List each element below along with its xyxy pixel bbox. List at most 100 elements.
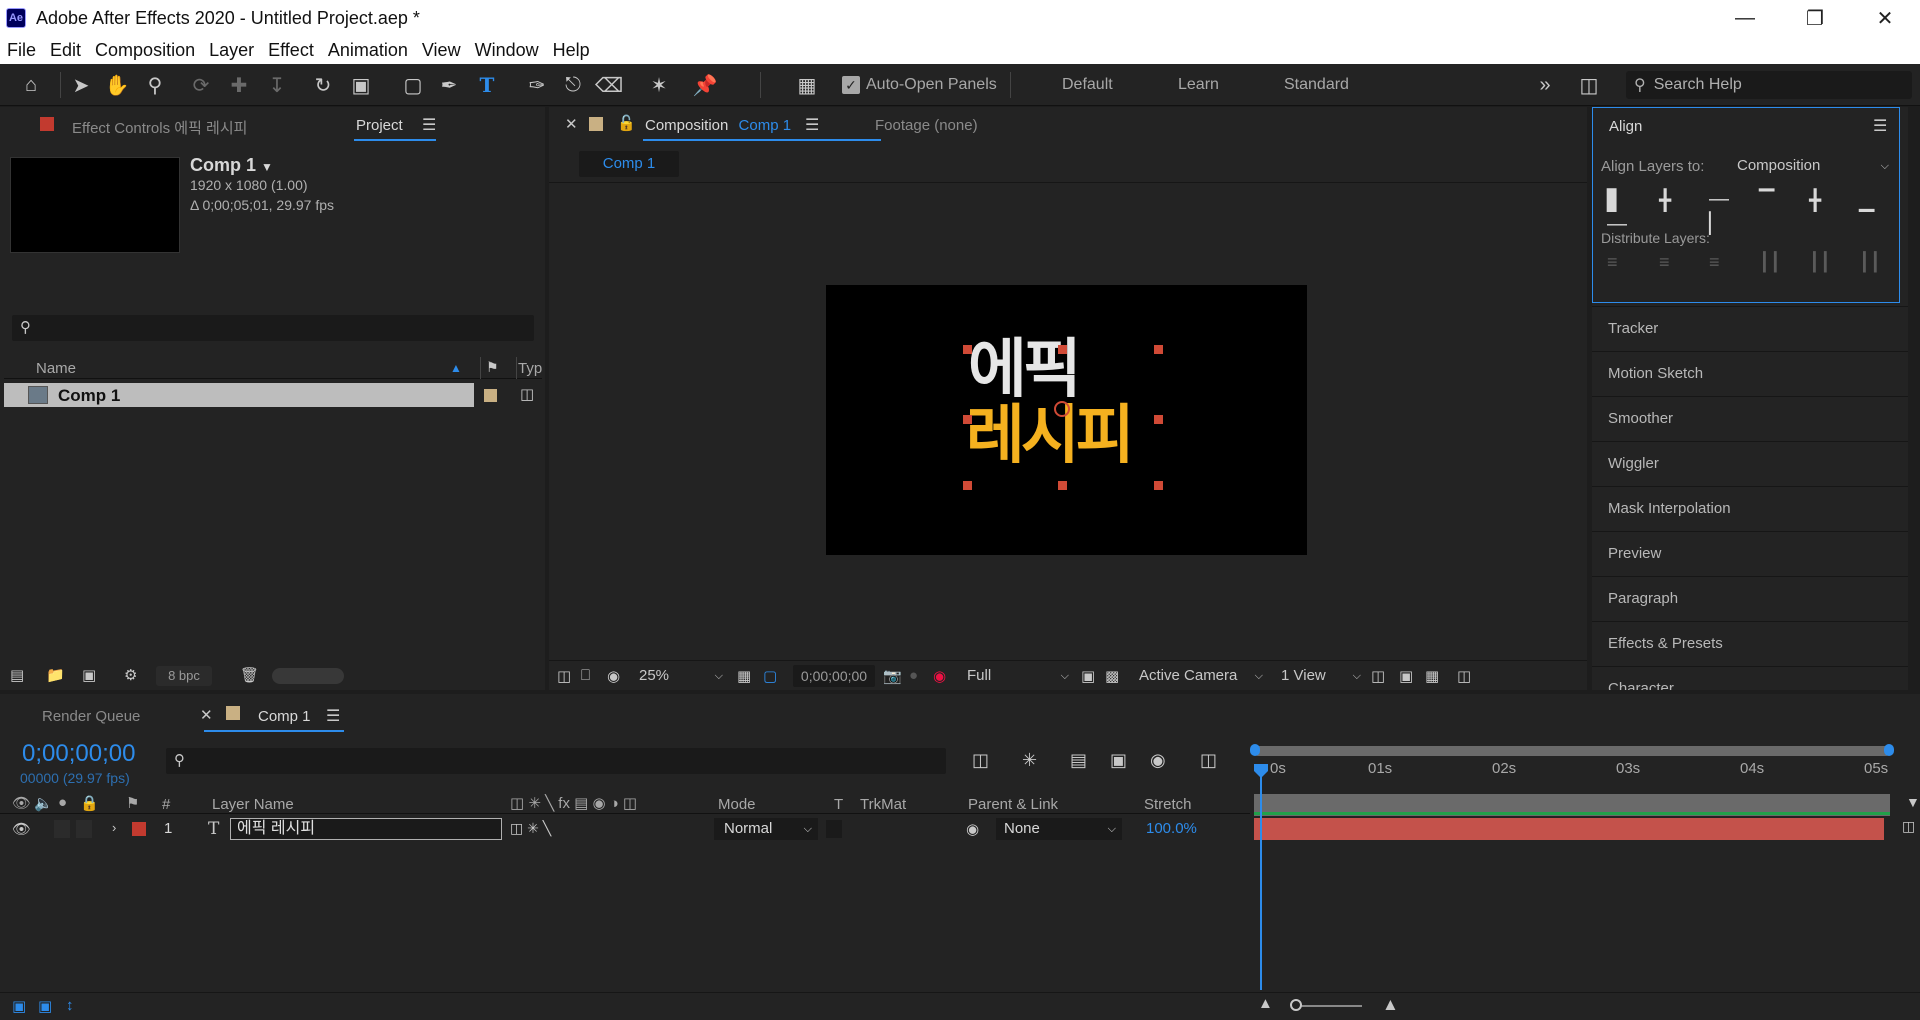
footage-tab[interactable]: Footage (none) xyxy=(875,117,978,134)
name-column-header[interactable]: Name xyxy=(36,360,76,377)
project-settings-icon[interactable]: ⚙ xyxy=(124,666,137,684)
roto-brush-tool-icon[interactable]: ✶ xyxy=(644,70,674,100)
paragraph-panel[interactable]: Paragraph xyxy=(1592,576,1908,620)
effects-presets-panel[interactable]: Effects & Presets xyxy=(1592,621,1908,665)
workspace-learn[interactable]: Learn xyxy=(1178,76,1219,94)
align-right-icon[interactable]: —▏ xyxy=(1709,188,1735,235)
close-tab-icon[interactable]: ✕ xyxy=(565,115,578,133)
mask-interpolation-panel[interactable]: Mask Interpolation xyxy=(1592,486,1908,530)
stretch-value[interactable]: 100.0% xyxy=(1146,820,1197,837)
vr-icon[interactable]: ◉ xyxy=(607,667,620,685)
effect-controls-tab[interactable]: Effect Controls 에픽 레시피 xyxy=(72,117,247,138)
project-menu-icon[interactable]: ☰ xyxy=(422,115,436,135)
layer-bounding-box[interactable] xyxy=(967,349,1159,485)
smoother-panel[interactable]: Smoother xyxy=(1592,396,1908,440)
distribute-top-icon[interactable]: ≡ xyxy=(1607,252,1633,278)
solo-switch-icon[interactable]: ● xyxy=(58,794,67,811)
distribute-horizontal-center-icon[interactable]: ┃┃ xyxy=(1809,252,1835,278)
stretch-header[interactable]: Stretch xyxy=(1144,796,1192,813)
current-time-field[interactable]: 0;00;00;00 xyxy=(793,665,875,687)
menu-layer[interactable]: Layer xyxy=(202,40,261,61)
timeline-zoom-slider-thumb[interactable] xyxy=(1290,999,1302,1011)
delete-icon[interactable]: 🗑 xyxy=(240,666,259,684)
distribute-left-icon[interactable]: ┃┃ xyxy=(1759,252,1785,278)
pan-camera-icon[interactable]: ✚ xyxy=(224,70,254,100)
audio-switch-icon[interactable]: 🔈 xyxy=(34,794,53,812)
layer-row[interactable]: 👁 › 1 T 에픽 레시피 ◫ ✳ ╲ Normal ⌵ ◉ None ⌵ 1… xyxy=(0,818,1250,840)
view-layout-dropdown[interactable]: 1 View ⌵ xyxy=(1275,665,1365,687)
resolution-dropdown[interactable]: Full ⌵ xyxy=(961,665,1073,687)
close-button[interactable]: ✕ xyxy=(1850,0,1920,36)
motion-blur-icon[interactable]: ◉ xyxy=(1150,750,1166,771)
label-column-icon[interactable]: ⚑ xyxy=(126,794,139,812)
wiggler-panel[interactable]: Wiggler xyxy=(1592,441,1908,485)
motion-sketch-panel[interactable]: Motion Sketch xyxy=(1592,351,1908,395)
layer-duration-bar[interactable] xyxy=(1254,818,1884,840)
layer-label-swatch[interactable] xyxy=(132,822,146,836)
transform-handle[interactable] xyxy=(963,415,972,424)
solo-toggle[interactable] xyxy=(76,820,92,838)
composition-tab[interactable]: Composition Comp 1 xyxy=(645,117,791,134)
rectangle-tool-icon[interactable]: ▢ xyxy=(398,70,428,100)
search-help-input[interactable]: ⚲ Search Help xyxy=(1626,71,1912,99)
menu-edit[interactable]: Edit xyxy=(43,40,88,61)
draft-3d-icon[interactable]: ✳ xyxy=(1022,750,1037,771)
transform-handle[interactable] xyxy=(1154,415,1163,424)
align-left-icon[interactable]: ▋— xyxy=(1607,188,1633,235)
timeline-zoom-slider[interactable] xyxy=(1296,1005,1362,1007)
pick-whip-icon[interactable]: ◉ xyxy=(966,820,979,838)
rotation-tool-icon[interactable]: ↻ xyxy=(308,70,338,100)
trkmat-header[interactable]: TrkMat xyxy=(860,796,906,813)
sync-settings-icon[interactable]: ◫ xyxy=(1574,70,1604,100)
layer-name-header[interactable]: Layer Name xyxy=(212,796,294,813)
menu-animation[interactable]: Animation xyxy=(321,40,415,61)
home-icon[interactable]: ⌂ xyxy=(16,70,46,100)
camera-dropdown[interactable]: Active Camera ⌵ xyxy=(1131,665,1267,687)
render-queue-tab[interactable]: Render Queue xyxy=(42,708,140,725)
work-area-end-handle[interactable] xyxy=(1884,744,1894,756)
composition-menu-icon[interactable]: ☰ xyxy=(805,115,819,135)
layer-switches-pane-icon[interactable]: ▣ xyxy=(12,997,26,1015)
flowchart-icon[interactable]: ◫ xyxy=(1457,667,1471,685)
transform-handle[interactable] xyxy=(1154,481,1163,490)
frame-blending-icon[interactable]: ▣ xyxy=(1110,750,1127,771)
align-top-icon[interactable]: ▔ xyxy=(1759,188,1785,214)
menu-composition[interactable]: Composition xyxy=(88,40,202,61)
clone-stamp-tool-icon[interactable]: ⎋ xyxy=(558,70,588,100)
work-area-start-handle[interactable] xyxy=(1250,744,1260,756)
menu-help[interactable]: Help xyxy=(546,40,597,61)
mask-visibility-icon[interactable]: ▢ xyxy=(763,667,777,685)
timeline-menu-icon[interactable]: ☰ xyxy=(326,706,340,726)
new-folder-icon[interactable]: 📁 xyxy=(46,666,65,684)
timeline-search-input[interactable]: ⚲ xyxy=(166,748,946,774)
composition-canvas[interactable]: 에픽 레시피 xyxy=(826,285,1307,555)
hand-tool-icon[interactable]: ✋ xyxy=(102,70,132,100)
sort-ascending-icon[interactable]: ▲ xyxy=(450,361,462,375)
type-column-header[interactable]: Typ xyxy=(518,360,542,377)
zoom-in-icon[interactable]: ▲ xyxy=(1382,995,1399,1015)
align-bottom-icon[interactable]: ▁ xyxy=(1859,188,1885,214)
shy-layers-icon[interactable]: ▤ xyxy=(1070,750,1087,771)
project-item-row[interactable]: Comp 1 ◫ xyxy=(4,383,542,407)
monitor-icon[interactable]: ⎕ xyxy=(581,667,590,684)
label-column-icon[interactable]: ⚑ xyxy=(486,359,499,376)
bpc-button[interactable]: 8 bpc xyxy=(156,666,212,686)
zoom-out-icon[interactable]: ▲ xyxy=(1258,995,1273,1012)
layer-switches-icons[interactable]: ◫ ✳ ╲ xyxy=(510,820,551,837)
composition-mini-flowchart-icon[interactable]: ◫ xyxy=(972,750,989,771)
parent-dropdown[interactable]: None ⌵ xyxy=(996,818,1122,840)
always-preview-icon[interactable]: ◫ xyxy=(557,667,571,685)
transform-handle[interactable] xyxy=(963,481,972,490)
playhead-line[interactable] xyxy=(1260,770,1262,990)
transform-handle[interactable] xyxy=(1058,481,1067,490)
transparency-grid-icon[interactable]: ▩ xyxy=(1105,667,1119,685)
distribute-vertical-center-icon[interactable]: ≡ xyxy=(1659,252,1685,278)
minimize-button[interactable]: — xyxy=(1710,0,1780,36)
distribute-bottom-icon[interactable]: ≡ xyxy=(1709,252,1735,278)
mode-header[interactable]: Mode xyxy=(718,796,756,813)
region-of-interest-icon[interactable]: ▣ xyxy=(1081,667,1095,685)
pen-tool-icon[interactable]: ✒ xyxy=(434,70,464,100)
align-vertical-center-icon[interactable]: ╋ xyxy=(1809,188,1835,214)
menu-file[interactable]: File xyxy=(0,40,43,61)
timeline-comp-tab[interactable]: Comp 1 xyxy=(258,708,311,725)
